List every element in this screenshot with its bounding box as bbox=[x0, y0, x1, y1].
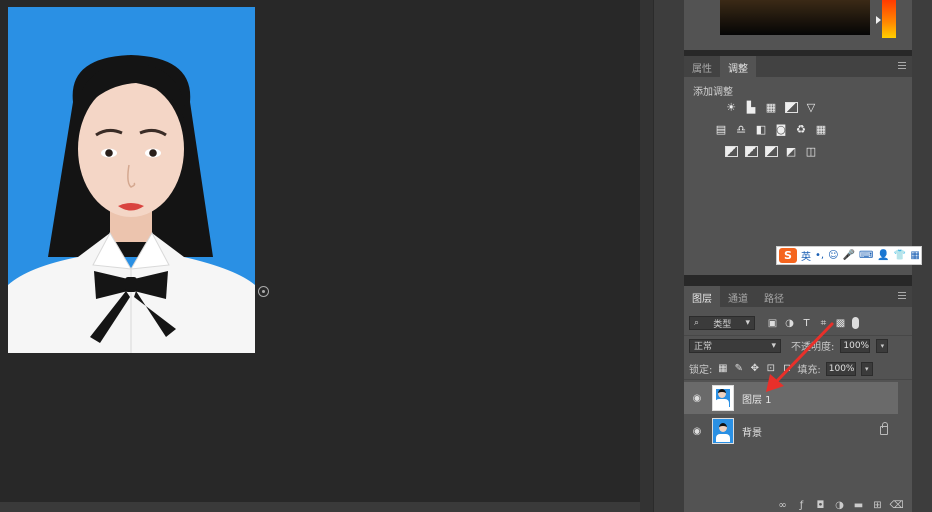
new-layer-icon[interactable]: ⊞ bbox=[872, 500, 883, 511]
ime-mode-toggle[interactable]: 英 bbox=[801, 248, 811, 263]
layers-panel-menu-icon[interactable] bbox=[898, 292, 906, 299]
filter-pixel-icon[interactable]: ▣ bbox=[767, 318, 778, 329]
color-picker-field[interactable] bbox=[720, 0, 870, 35]
lock-artboard-icon[interactable]: ⊡ bbox=[765, 363, 776, 374]
channel-mixer-icon[interactable]: ♻ bbox=[794, 123, 808, 136]
hue-slider[interactable] bbox=[882, 0, 896, 38]
fill-dropdown-icon[interactable]: ▾ bbox=[860, 361, 873, 376]
layer-filter-row: ⌕ 类型 ▾ ▣ ◑ T ⌗ ▩ bbox=[689, 316, 859, 330]
add-adjustment-label: 添加调整 bbox=[693, 87, 733, 98]
black-white-icon[interactable]: ◧ bbox=[754, 123, 768, 136]
layer-thumbnail bbox=[712, 418, 734, 444]
adjustments-panel: 属性 调整 添加调整 ☀ ▙ ▦ ▽ ▤ ♎ ◧ ◙ ♻ ▦ ◩ ◫ bbox=[684, 56, 912, 275]
filter-shape-icon[interactable]: ⌗ bbox=[818, 318, 829, 329]
user-icon[interactable]: 👤 bbox=[877, 250, 889, 261]
hue-saturation-icon[interactable]: ▤ bbox=[714, 123, 728, 136]
punctuation-icon[interactable]: •, bbox=[815, 250, 824, 261]
lock-transparent-icon[interactable]: ▦ bbox=[717, 363, 728, 374]
lock-row: 锁定: ▦ ✎ ✥ ⊡ ⊓ 填充: 100% ▾ bbox=[689, 361, 907, 376]
trash-icon[interactable]: ⌫ bbox=[889, 500, 903, 511]
chevron-down-icon: ▾ bbox=[771, 340, 776, 351]
layer-name: 图层 1 bbox=[742, 394, 772, 406]
adjustment-icons-row-1: ☀ ▙ ▦ ▽ bbox=[724, 101, 818, 114]
blend-mode-select[interactable]: 正常 ▾ bbox=[689, 338, 781, 353]
invert-icon[interactable] bbox=[724, 145, 738, 157]
chevron-down-icon: ▾ bbox=[745, 318, 750, 328]
filter-kind-select[interactable]: ⌕ 类型 ▾ bbox=[689, 316, 755, 330]
tab-properties[interactable]: 属性 bbox=[684, 56, 720, 77]
toolbox-icon[interactable]: ▦ bbox=[910, 250, 919, 261]
filter-toggle[interactable] bbox=[852, 317, 859, 329]
hue-slider-marker-icon[interactable] bbox=[876, 16, 881, 24]
adjustment-icons-row-3: ◩ ◫ bbox=[724, 145, 818, 158]
filter-kind-value: 类型 bbox=[713, 319, 732, 330]
fill-input[interactable]: 100% bbox=[825, 361, 856, 376]
divider bbox=[684, 379, 912, 380]
sogou-logo-icon[interactable]: S bbox=[779, 248, 797, 263]
opacity-input[interactable]: 100% bbox=[840, 338, 871, 353]
layer-row-layer1[interactable]: ◉ 图层 1 bbox=[684, 382, 898, 414]
vibrance-icon[interactable]: ▽ bbox=[804, 101, 818, 114]
adjustment-icon[interactable]: ◑ bbox=[834, 500, 845, 511]
adjustment-icons-row-2: ▤ ♎ ◧ ◙ ♻ ▦ bbox=[714, 123, 828, 136]
filter-smart-object-icon[interactable]: ▩ bbox=[835, 318, 846, 329]
search-icon: ⌕ bbox=[694, 318, 700, 328]
keyboard-icon[interactable]: ⌨ bbox=[859, 250, 873, 261]
layers-bottom-toolbar: ∞ ƒ ◘ ◑ ▬ ⊞ ⌫ bbox=[684, 498, 912, 512]
panel-divider bbox=[640, 0, 653, 512]
color-lookup-icon[interactable]: ▦ bbox=[814, 123, 828, 136]
threshold-icon[interactable] bbox=[764, 145, 778, 157]
visibility-eye-icon[interactable]: ◉ bbox=[688, 426, 706, 437]
ime-toolbar: S 英 •, ☺ 🎤 ⌨ 👤 👕 ▦ bbox=[776, 246, 922, 265]
tab-channels[interactable]: 通道 bbox=[720, 286, 756, 307]
layers-tabs: 图层 通道 路径 bbox=[684, 286, 912, 307]
selective-color-icon[interactable]: ◫ bbox=[804, 145, 818, 158]
photoshop-window: 属性 调整 添加调整 ☀ ▙ ▦ ▽ ▤ ♎ ◧ ◙ ♻ ▦ ◩ ◫ S 英 •… bbox=[0, 0, 932, 512]
adjustments-tabs: 属性 调整 bbox=[684, 56, 912, 77]
lock-position-icon[interactable]: ✥ bbox=[749, 363, 760, 374]
lock-icon bbox=[880, 422, 888, 435]
filter-adjustment-icon[interactable]: ◑ bbox=[784, 318, 795, 329]
voice-icon[interactable]: 🎤 bbox=[843, 250, 855, 261]
tab-adjustments[interactable]: 调整 bbox=[720, 56, 756, 77]
tab-layers[interactable]: 图层 bbox=[684, 286, 720, 307]
exposure-icon[interactable] bbox=[784, 101, 798, 113]
gradient-map-icon[interactable]: ◩ bbox=[784, 145, 798, 158]
curves-icon[interactable]: ▦ bbox=[764, 101, 778, 114]
link-icon[interactable]: ∞ bbox=[777, 500, 788, 511]
horizontal-scrollbar[interactable] bbox=[0, 502, 640, 512]
lock-image-icon[interactable]: ✎ bbox=[733, 363, 744, 374]
emoji-icon[interactable]: ☺ bbox=[828, 250, 838, 261]
id-photo-image bbox=[8, 7, 255, 353]
layer-thumbnail bbox=[712, 385, 734, 411]
color-panel bbox=[684, 0, 912, 50]
layer-name: 背景 bbox=[742, 427, 762, 439]
photo-filter-icon[interactable]: ◙ bbox=[774, 123, 788, 136]
opacity-dropdown-icon[interactable]: ▾ bbox=[876, 338, 889, 353]
mask-icon[interactable]: ◘ bbox=[815, 500, 826, 511]
color-balance-icon[interactable]: ♎ bbox=[734, 123, 748, 136]
lock-all-icon[interactable]: ⊓ bbox=[781, 363, 792, 374]
panel-menu-icon[interactable] bbox=[898, 62, 906, 69]
visibility-eye-icon[interactable]: ◉ bbox=[688, 393, 706, 404]
blend-row: 正常 ▾ 不透明度: 100% ▾ bbox=[689, 338, 907, 353]
posterize-icon[interactable] bbox=[744, 145, 758, 157]
filter-type-icon[interactable]: T bbox=[801, 318, 812, 329]
layer-row-background[interactable]: ◉ 背景 bbox=[684, 415, 898, 447]
layers-panel: 图层 通道 路径 ⌕ 类型 ▾ ▣ ◑ T ⌗ ▩ 正常 ▾ 不透明度: 100… bbox=[684, 286, 912, 512]
brightness-icon[interactable]: ☀ bbox=[724, 101, 738, 114]
lock-label: 锁定: bbox=[689, 365, 713, 376]
opacity-label: 不透明度: bbox=[791, 342, 835, 353]
tab-paths[interactable]: 路径 bbox=[756, 286, 792, 307]
cursor-crosshair-icon bbox=[258, 286, 269, 297]
blend-mode-value: 正常 bbox=[694, 342, 713, 352]
fill-label: 填充: bbox=[797, 365, 821, 376]
fx-icon[interactable]: ƒ bbox=[796, 500, 807, 511]
levels-icon[interactable]: ▙ bbox=[744, 101, 758, 114]
skin-icon[interactable]: 👕 bbox=[894, 250, 906, 261]
document-canvas[interactable] bbox=[0, 0, 640, 502]
collapsed-panel-strip bbox=[653, 0, 684, 512]
divider bbox=[684, 335, 912, 336]
folder-icon[interactable]: ▬ bbox=[853, 500, 864, 511]
